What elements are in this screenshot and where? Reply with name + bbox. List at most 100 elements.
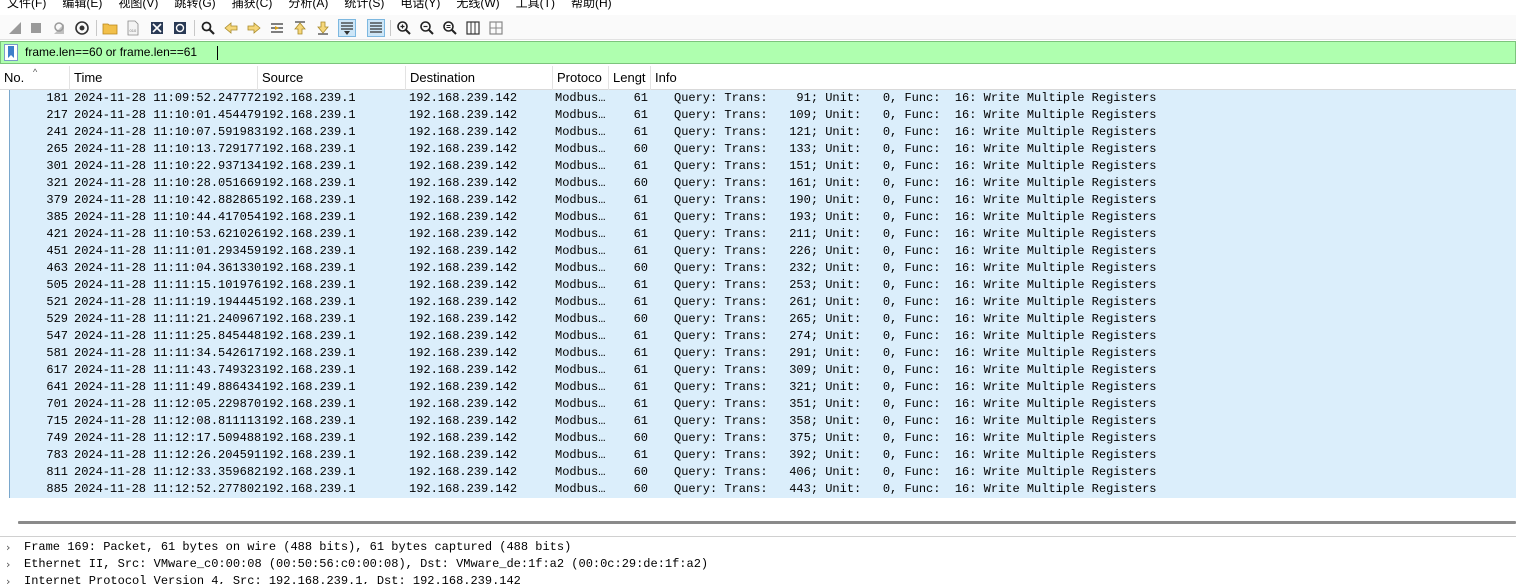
packet-row[interactable]: 265 2024-11-28 11:10:13.729177 192.168.239…: [10, 141, 1516, 158]
packet-no: 451: [46, 244, 68, 258]
packet-time: 2024-11-28 11:11:25.845448: [74, 329, 262, 343]
column-header-source[interactable]: Source: [258, 66, 406, 90]
packet-protocol: Modbus…: [555, 380, 606, 394]
stop-square-icon[interactable]: [27, 19, 45, 37]
packet-source: 192.168.239.1: [262, 414, 356, 428]
packet-row[interactable]: 701 2024-11-28 11:12:05.229870 192.168.239…: [10, 396, 1516, 413]
packet-row[interactable]: 783 2024-11-28 11:12:26.204591 192.168.239…: [10, 447, 1516, 464]
expand-arrow-icon[interactable]: ›: [6, 556, 10, 573]
packet-source: 192.168.239.1: [262, 363, 356, 377]
autoscroll-icon[interactable]: [338, 19, 356, 37]
packet-row[interactable]: 451 2024-11-28 11:11:01.293459 192.168.239…: [10, 243, 1516, 260]
zoom-in-icon[interactable]: [395, 19, 413, 37]
packet-row[interactable]: 301 2024-11-28 11:10:22.937134 192.168.239…: [10, 158, 1516, 175]
packet-info: Query: Trans: 309; Unit: 0, Func: 16: Wr…: [674, 363, 1157, 377]
menu-item[interactable]: 编辑(E): [62, 0, 102, 11]
go-first-icon[interactable]: [291, 19, 309, 37]
menu-item[interactable]: 统计(S): [344, 0, 384, 11]
packet-source: 192.168.239.1: [262, 193, 356, 207]
menu-item[interactable]: 文件(F): [7, 0, 46, 11]
packet-row[interactable]: 241 2024-11-28 11:10:07.591983 192.168.239…: [10, 124, 1516, 141]
packet-destination: 192.168.239.142: [409, 125, 518, 139]
packet-no: 181: [46, 91, 68, 105]
menu-bar: 文件(F) 编辑(E) 视图(V) 跳转(G) 捕获(C) 分析(A) 统计(S) 电话(Y)…: [0, 0, 1516, 11]
column-header-length[interactable]: Lengt: [609, 66, 651, 90]
layout-icon[interactable]: [487, 19, 505, 37]
save-file-icon[interactable]: 010: [124, 19, 142, 37]
packet-destination: 192.168.239.142: [409, 193, 518, 207]
packet-row[interactable]: 641 2024-11-28 11:11:49.886434 192.168.239…: [10, 379, 1516, 396]
packet-row[interactable]: 521 2024-11-28 11:11:19.194445 192.168.239…: [10, 294, 1516, 311]
find-packet-icon[interactable]: [199, 19, 217, 37]
resize-columns-icon[interactable]: [464, 19, 482, 37]
menu-item[interactable]: 帮助(H): [571, 0, 612, 11]
packet-row[interactable]: 379 2024-11-28 11:10:42.882865 192.168.239…: [10, 192, 1516, 209]
capture-options-gear-icon[interactable]: [73, 19, 91, 37]
reload-file-icon[interactable]: [171, 19, 189, 37]
shark-fin-start-icon[interactable]: [6, 19, 24, 37]
packet-length: 61: [633, 346, 648, 360]
packet-source: 192.168.239.1: [262, 295, 356, 309]
column-header-time[interactable]: Time: [70, 66, 258, 90]
go-forward-arrow-icon[interactable]: [245, 19, 263, 37]
menu-item[interactable]: 工具(T): [516, 0, 555, 11]
packet-row[interactable]: 421 2024-11-28 11:10:53.621026 192.168.239…: [10, 226, 1516, 243]
packet-row[interactable]: 217 2024-11-28 11:10:01.454479 192.168.239…: [10, 107, 1516, 124]
menu-item[interactable]: 分析(A): [288, 0, 328, 11]
zoom-out-icon[interactable]: [418, 19, 436, 37]
menu-item[interactable]: 电话(Y): [400, 0, 440, 11]
packet-row[interactable]: 385 2024-11-28 11:10:44.417054 192.168.239…: [10, 209, 1516, 226]
scrollbar-thumb[interactable]: [18, 521, 1516, 524]
packet-list[interactable]: 181 2024-11-28 11:09:52.247772 192.168.239…: [0, 90, 1516, 500]
column-header-info[interactable]: Info: [651, 66, 1516, 90]
packet-destination: 192.168.239.142: [409, 329, 518, 343]
packet-length: 61: [633, 108, 648, 122]
detail-tree-item[interactable]: › Internet Protocol Version 4, Src: 192.1…: [0, 573, 1516, 584]
menu-item[interactable]: 跳转(G): [174, 0, 215, 11]
packet-protocol: Modbus…: [555, 346, 606, 360]
packet-list-scrollbar[interactable]: [0, 516, 1516, 529]
expand-arrow-icon[interactable]: ›: [6, 539, 10, 556]
filter-bookmark-icon[interactable]: [4, 44, 18, 61]
packet-length: 60: [633, 312, 648, 326]
packet-destination: 192.168.239.142: [409, 278, 518, 292]
packet-info: Query: Trans: 133; Unit: 0, Func: 16: Wr…: [674, 142, 1157, 156]
packet-row[interactable]: 811 2024-11-28 11:12:33.359682 192.168.239…: [10, 464, 1516, 481]
packet-row[interactable]: 463 2024-11-28 11:11:04.361330 192.168.239…: [10, 260, 1516, 277]
menu-item[interactable]: 视图(V): [118, 0, 158, 11]
colorize-icon[interactable]: [367, 19, 385, 37]
detail-tree-item[interactable]: › Frame 169: Packet, 61 bytes on wire (48…: [0, 539, 1516, 556]
packet-row[interactable]: 749 2024-11-28 11:12:17.509488 192.168.239…: [10, 430, 1516, 447]
packet-source: 192.168.239.1: [262, 346, 356, 360]
restart-fin-icon[interactable]: [50, 19, 68, 37]
menu-item[interactable]: 无线(W): [456, 0, 499, 11]
menu-item[interactable]: 捕获(C): [232, 0, 273, 11]
packet-row[interactable]: 617 2024-11-28 11:11:43.749323 192.168.239…: [10, 362, 1516, 379]
packet-row[interactable]: 547 2024-11-28 11:11:25.845448 192.168.239…: [10, 328, 1516, 345]
packet-source: 192.168.239.1: [262, 125, 356, 139]
go-back-arrow-icon[interactable]: [222, 19, 240, 37]
column-header-destination[interactable]: Destination: [406, 66, 553, 90]
packet-row[interactable]: 581 2024-11-28 11:11:34.542617 192.168.239…: [10, 345, 1516, 362]
column-header-protocol[interactable]: Protoco: [553, 66, 609, 90]
go-to-packet-icon[interactable]: [268, 19, 286, 37]
display-filter-input[interactable]: [23, 42, 1503, 63]
packet-source: 192.168.239.1: [262, 108, 356, 122]
packet-row[interactable]: 321 2024-11-28 11:10:28.051669 192.168.239…: [10, 175, 1516, 192]
packet-row[interactable]: 505 2024-11-28 11:11:15.101976 192.168.239…: [10, 277, 1516, 294]
packet-source: 192.168.239.1: [262, 261, 356, 275]
packet-row[interactable]: 715 2024-11-28 11:12:08.811113 192.168.239…: [10, 413, 1516, 430]
packet-length: 60: [633, 261, 648, 275]
packet-row[interactable]: 181 2024-11-28 11:09:52.247772 192.168.239…: [10, 90, 1516, 107]
go-last-icon[interactable]: [314, 19, 332, 37]
zoom-normal-icon[interactable]: [441, 19, 459, 37]
packet-row[interactable]: 885 2024-11-28 11:12:52.277802 192.168.239…: [10, 481, 1516, 498]
packet-length: 60: [633, 142, 648, 156]
open-folder-icon[interactable]: [101, 19, 119, 37]
packet-info: Query: Trans: 351; Unit: 0, Func: 16: Wr…: [674, 397, 1157, 411]
close-file-icon[interactable]: [148, 19, 166, 37]
detail-tree-item[interactable]: › Ethernet II, Src: VMware_c0:00:08 (00:5…: [0, 556, 1516, 573]
detail-text: Frame 169: Packet, 61 bytes on wire (488…: [24, 540, 572, 554]
expand-arrow-icon[interactable]: ›: [6, 573, 10, 584]
packet-row[interactable]: 529 2024-11-28 11:11:21.240967 192.168.239…: [10, 311, 1516, 328]
